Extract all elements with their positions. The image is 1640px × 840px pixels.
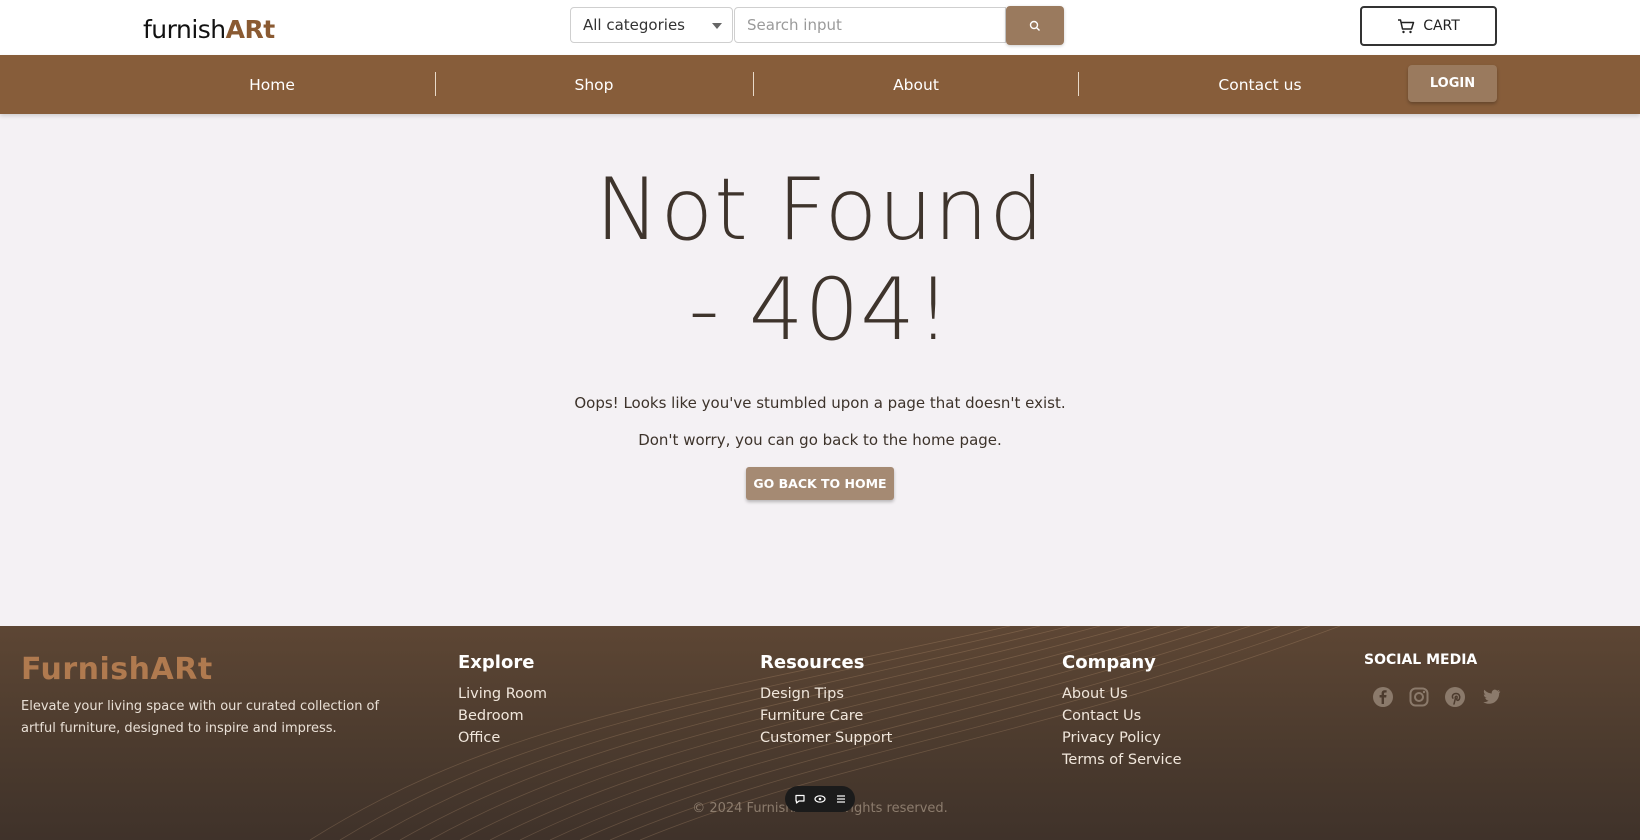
chevron-down-icon xyxy=(712,23,722,29)
footer-link[interactable]: Design Tips xyxy=(760,683,892,705)
comment-icon[interactable] xyxy=(794,790,806,809)
footer-column-company: Company About Us Contact Us Privacy Poli… xyxy=(1062,652,1181,771)
search-button[interactable] xyxy=(1006,6,1064,45)
category-select[interactable]: All categories xyxy=(570,7,733,43)
footer-link[interactable]: Furniture Care xyxy=(760,705,892,727)
cart-icon xyxy=(1398,19,1415,34)
footer-brand: FurnishARt xyxy=(21,652,213,687)
footer-column-title: Explore xyxy=(458,652,535,673)
nav-item-home[interactable]: Home xyxy=(172,55,372,114)
footer-link[interactable]: Customer Support xyxy=(760,727,892,749)
nav-item-contact[interactable]: Contact us xyxy=(1160,55,1360,114)
page-title: Not Found - 404! xyxy=(520,160,1120,360)
menu-icon[interactable] xyxy=(835,790,847,809)
search-input[interactable] xyxy=(734,7,1006,43)
main-nav: Home Shop About Contact us LOGIN xyxy=(0,55,1640,114)
logo-mark: ARt xyxy=(225,15,276,44)
footer-link[interactable]: Living Room xyxy=(458,683,547,705)
cart-button[interactable]: CART xyxy=(1360,6,1497,46)
footer-column-explore: Explore Living Room Bedroom Office xyxy=(458,652,547,749)
go-home-button[interactable]: GO BACK TO HOME xyxy=(746,467,894,500)
login-button[interactable]: LOGIN xyxy=(1408,65,1497,102)
nav-item-about[interactable]: About xyxy=(816,55,1016,114)
help-message: Don't worry, you can go back to the home… xyxy=(638,431,1002,449)
category-select-value: All categories xyxy=(583,16,685,34)
top-header: furnishARt All categories CART xyxy=(0,0,1640,55)
nav-divider xyxy=(435,72,436,96)
nav-divider xyxy=(753,72,754,96)
logo-text: furnish xyxy=(143,15,226,44)
error-message: Oops! Looks like you've stumbled upon a … xyxy=(574,394,1066,412)
search-icon xyxy=(1029,20,1040,31)
social-media-title: SOCIAL MEDIA xyxy=(1364,652,1478,668)
social-links xyxy=(1372,686,1502,708)
facebook-icon[interactable] xyxy=(1372,686,1394,708)
instagram-icon[interactable] xyxy=(1408,686,1430,708)
pinterest-icon[interactable] xyxy=(1444,686,1466,708)
nav-divider xyxy=(1078,72,1079,96)
footer-link[interactable]: Terms of Service xyxy=(1062,749,1181,771)
nav-item-shop[interactable]: Shop xyxy=(494,55,694,114)
footer-link[interactable]: About Us xyxy=(1062,683,1181,705)
cart-label: CART xyxy=(1423,18,1460,34)
footer-column-title: Resources xyxy=(760,652,865,673)
footer-column-resources: Resources Design Tips Furniture Care Cus… xyxy=(760,652,892,749)
footer-link[interactable]: Bedroom xyxy=(458,705,547,727)
footer-tagline: Elevate your living space with our curat… xyxy=(21,699,380,736)
footer-link[interactable]: Office xyxy=(458,727,547,749)
footer-link[interactable]: Privacy Policy xyxy=(1062,727,1181,749)
eye-icon[interactable] xyxy=(814,790,826,809)
twitter-icon[interactable] xyxy=(1480,686,1502,708)
site-logo[interactable]: furnish ARt xyxy=(143,12,275,44)
footer-column-title: Company xyxy=(1062,652,1156,673)
title-line-2: - 404! xyxy=(688,260,952,360)
title-line-1: Not Found xyxy=(595,160,1045,260)
footer-link[interactable]: Contact Us xyxy=(1062,705,1181,727)
floating-toolbar xyxy=(785,786,855,812)
